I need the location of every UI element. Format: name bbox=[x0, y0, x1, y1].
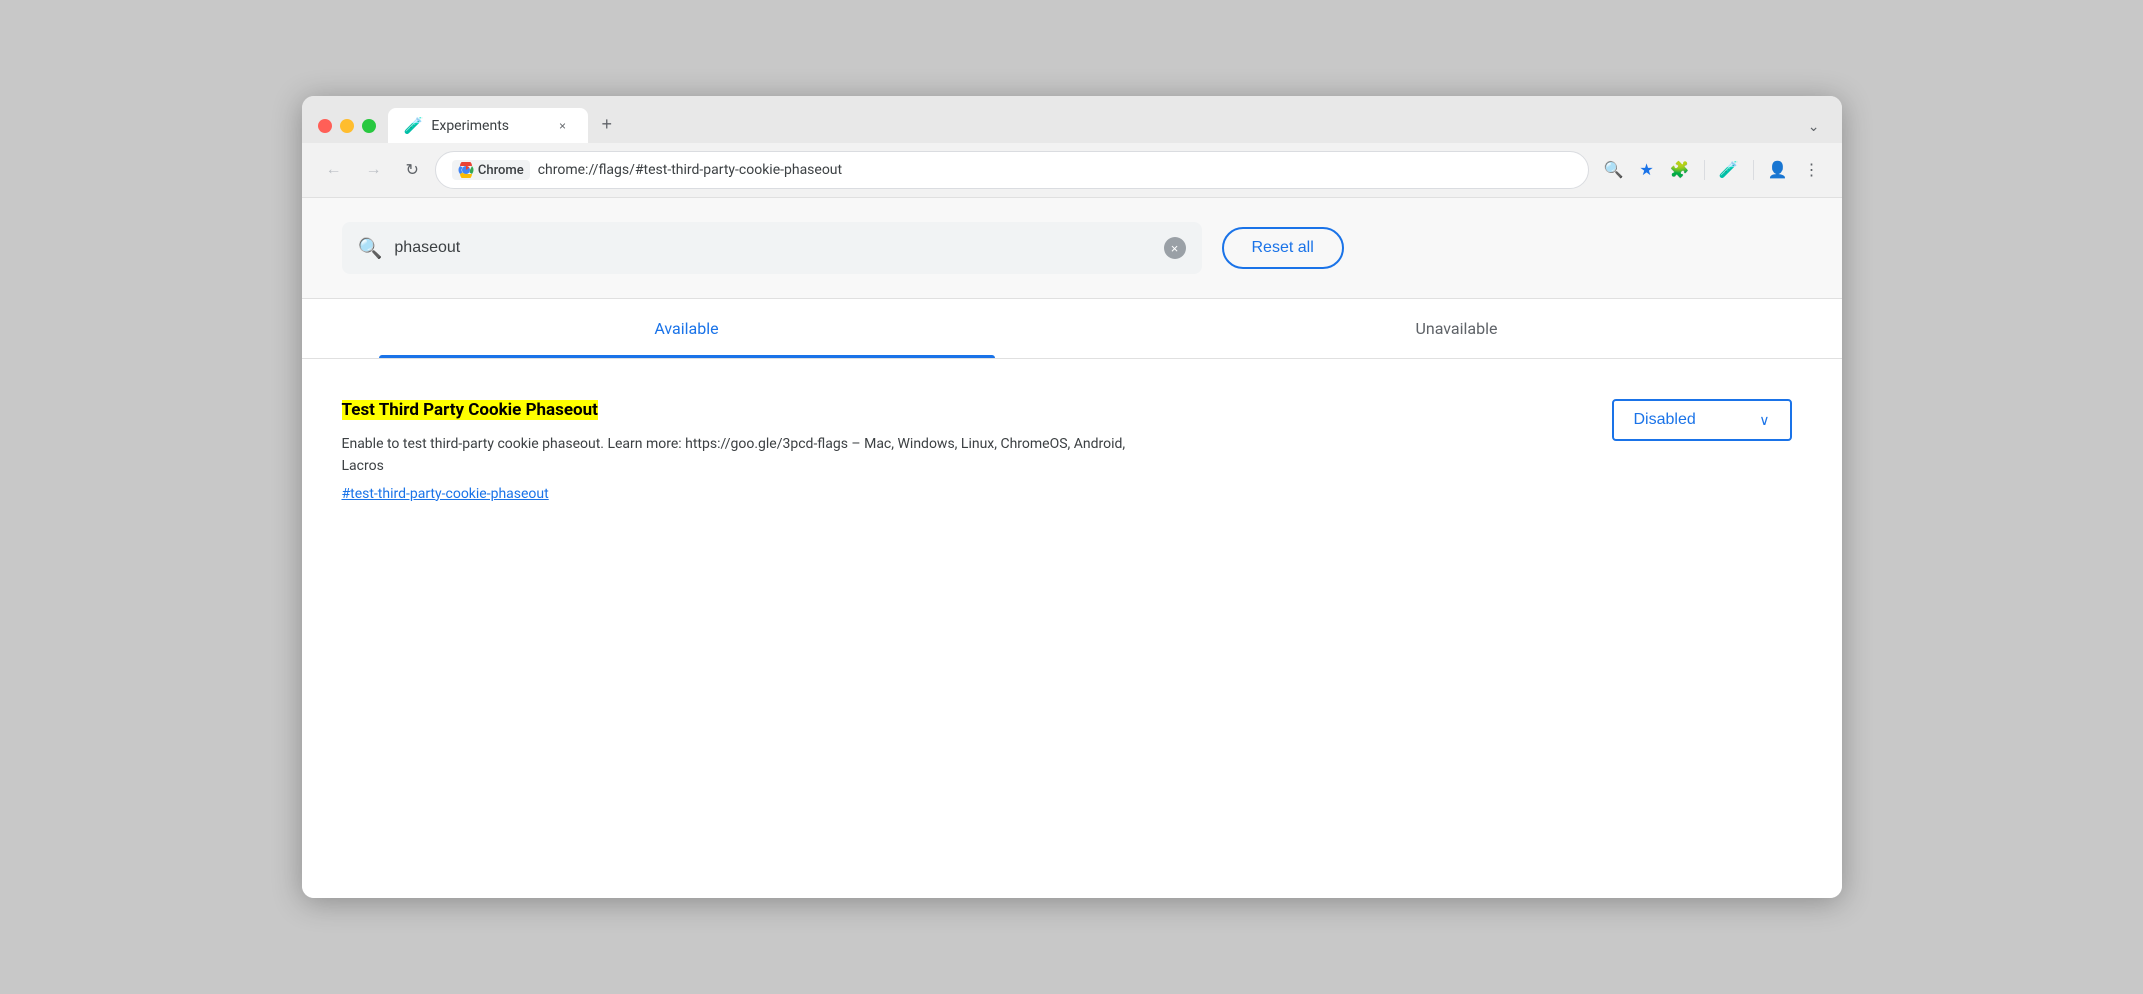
maximize-button[interactable] bbox=[362, 119, 376, 133]
zoom-button[interactable]: 🔍 bbox=[1597, 154, 1629, 186]
flag-title: Test Third Party Cookie Phaseout bbox=[342, 400, 598, 420]
tab-unavailable[interactable]: Unavailable bbox=[1072, 299, 1842, 358]
navigation-bar: ← → ↻ Chrome chrome://flags/#test-third-… bbox=[302, 143, 1842, 198]
lab-button[interactable]: 🧪 bbox=[1713, 154, 1745, 186]
chrome-label: Chrome bbox=[478, 163, 524, 178]
active-tab[interactable]: 🧪 Experiments × bbox=[388, 108, 588, 143]
minimize-button[interactable] bbox=[340, 119, 354, 133]
reset-all-button[interactable]: Reset all bbox=[1222, 227, 1344, 269]
search-icon: 🔍 bbox=[358, 236, 383, 260]
close-button[interactable] bbox=[318, 119, 332, 133]
menu-icon: ⋮ bbox=[1804, 160, 1820, 180]
search-section: 🔍 × Reset all bbox=[302, 198, 1842, 299]
flags-list: Test Third Party Cookie Phaseout Enable … bbox=[302, 359, 1842, 542]
menu-button[interactable]: ⋮ bbox=[1798, 154, 1826, 186]
profile-button[interactable]: 👤 bbox=[1762, 154, 1794, 186]
forward-button[interactable]: → bbox=[358, 155, 390, 185]
clear-search-button[interactable]: × bbox=[1164, 237, 1186, 259]
flag-dropdown-button[interactable]: Disabled ∨ bbox=[1612, 399, 1792, 441]
chevron-down-icon: ∨ bbox=[1759, 412, 1769, 429]
profile-icon: 👤 bbox=[1768, 160, 1788, 180]
flag-info: Test Third Party Cookie Phaseout Enable … bbox=[342, 399, 1562, 502]
title-bar: 🧪 Experiments × + ⌄ bbox=[302, 96, 1842, 143]
divider-1 bbox=[1704, 160, 1705, 180]
zoom-icon: 🔍 bbox=[1603, 160, 1623, 180]
address-text: chrome://flags/#test-third-party-cookie-… bbox=[538, 162, 1573, 178]
tab-icon: 🧪 bbox=[404, 116, 424, 135]
flag-title-wrapper: Test Third Party Cookie Phaseout bbox=[342, 399, 1562, 423]
new-tab-button[interactable]: + bbox=[592, 106, 623, 143]
tabs-section: Available Unavailable bbox=[302, 299, 1842, 359]
flag-link[interactable]: #test-third-party-cookie-phaseout bbox=[342, 486, 1562, 502]
refresh-icon: ↻ bbox=[406, 160, 419, 180]
lab-icon: 🧪 bbox=[1719, 160, 1739, 180]
back-icon: ← bbox=[326, 161, 342, 179]
chrome-indicator: Chrome bbox=[452, 160, 530, 180]
browser-window: 🧪 Experiments × + ⌄ ← → ↻ bbox=[302, 96, 1842, 898]
search-box: 🔍 × bbox=[342, 222, 1202, 274]
flag-description: Enable to test third-party cookie phaseo… bbox=[342, 433, 1142, 478]
window-controls bbox=[318, 119, 376, 133]
flag-item: Test Third Party Cookie Phaseout Enable … bbox=[342, 389, 1802, 512]
flag-dropdown-value: Disabled bbox=[1634, 411, 1696, 429]
tab-expand-button[interactable]: ⌄ bbox=[1802, 114, 1826, 139]
bookmark-button[interactable]: ★ bbox=[1633, 154, 1659, 186]
tab-title: Experiments bbox=[431, 118, 545, 134]
tab-close-button[interactable]: × bbox=[554, 117, 572, 135]
divider-2 bbox=[1753, 160, 1754, 180]
extensions-icon: 🧩 bbox=[1670, 160, 1690, 180]
address-bar[interactable]: Chrome chrome://flags/#test-third-party-… bbox=[435, 151, 1590, 189]
extensions-button[interactable]: 🧩 bbox=[1664, 154, 1696, 186]
flag-control: Disabled ∨ bbox=[1602, 399, 1802, 441]
tab-available[interactable]: Available bbox=[302, 299, 1072, 358]
bookmark-icon: ★ bbox=[1639, 160, 1653, 180]
content-area: 🔍 × Reset all Available Unavailable Test… bbox=[302, 198, 1842, 898]
forward-icon: → bbox=[366, 161, 382, 179]
back-button[interactable]: ← bbox=[318, 155, 350, 185]
search-input[interactable] bbox=[394, 239, 1151, 257]
refresh-button[interactable]: ↻ bbox=[398, 154, 427, 186]
tab-spacer: ⌄ bbox=[622, 114, 1825, 139]
chrome-logo-icon bbox=[458, 162, 474, 178]
nav-actions: 🔍 ★ 🧩 🧪 👤 ⋮ bbox=[1597, 154, 1825, 186]
